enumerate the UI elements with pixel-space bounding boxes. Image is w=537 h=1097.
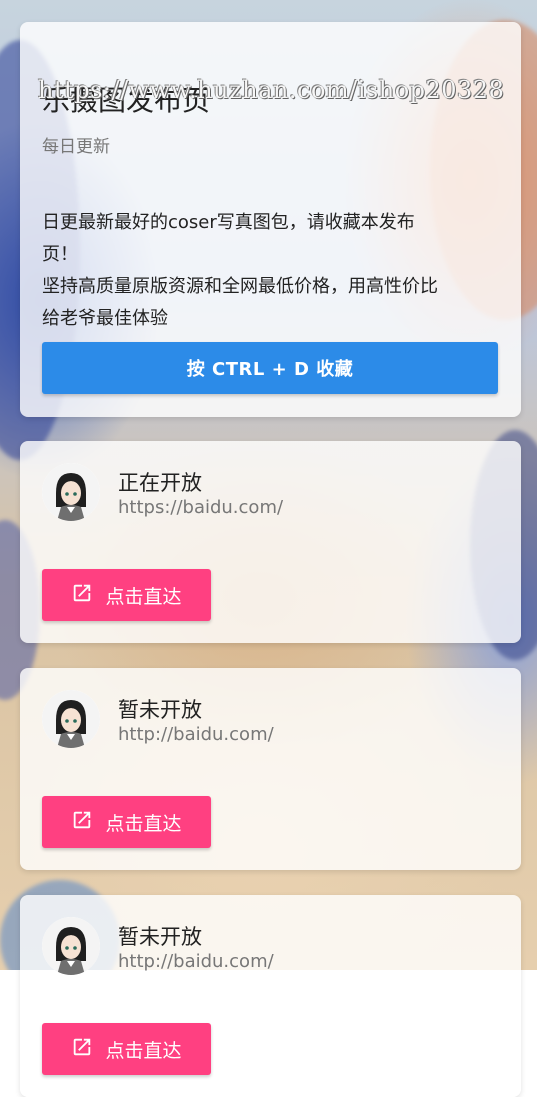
open-external-icon	[71, 809, 93, 836]
entry-url: http://baidu.com/	[118, 951, 274, 972]
avatar-girl-icon	[42, 917, 100, 975]
avatar-girl-icon	[42, 690, 100, 748]
description-line: 页！	[42, 244, 78, 265]
entry-url: http://baidu.com/	[118, 724, 274, 745]
visit-button-label: 点击直达	[105, 812, 182, 835]
visit-button-label: 点击直达	[105, 585, 182, 608]
link-card: 暂未开放 http://baidu.com/ 点击直达	[20, 668, 521, 870]
entry-status: 暂未开放	[118, 925, 202, 949]
open-external-icon	[71, 582, 93, 609]
bookmark-button[interactable]: 按 CTRL + D 收藏	[42, 342, 498, 394]
description-line: 给老爷最佳体验	[42, 308, 168, 329]
link-card: 正在开放 https://baidu.com/ 点击直达	[20, 441, 521, 643]
visit-button[interactable]: 点击直达	[42, 1023, 211, 1075]
visit-button[interactable]: 点击直达	[42, 569, 211, 621]
watermark: https://www.huzhan.com/ishop20328	[38, 76, 505, 104]
entry-url: https://baidu.com/	[118, 497, 284, 518]
description-line: 日更最新最好的coser写真图包，请收藏本发布	[42, 212, 415, 233]
open-external-icon	[71, 1036, 93, 1063]
avatar-girl-icon	[42, 463, 100, 521]
page-description: 日更最新最好的coser写真图包，请收藏本发布 页！ 坚持高质量原版资源和全网最…	[42, 207, 499, 335]
entry-status: 暂未开放	[118, 698, 202, 722]
visit-button-label: 点击直达	[105, 1039, 182, 1062]
visit-button[interactable]: 点击直达	[42, 796, 211, 848]
link-card: 暂未开放 http://baidu.com/ 点击直达	[20, 895, 521, 1097]
page-subtitle: 每日更新	[42, 137, 110, 157]
entry-status: 正在开放	[118, 471, 202, 495]
description-line: 坚持高质量原版资源和全网最低价格，用高性价比	[42, 276, 438, 297]
